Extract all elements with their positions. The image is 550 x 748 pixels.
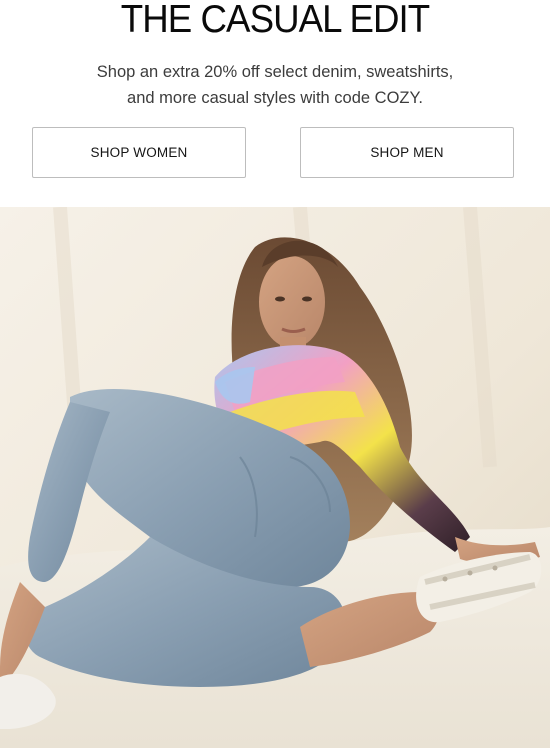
shop-women-button[interactable]: SHOP WOMEN xyxy=(32,127,246,178)
hero-photo-illustration xyxy=(0,207,550,748)
hero-image[interactable] xyxy=(0,207,550,748)
shop-men-button[interactable]: SHOP MEN xyxy=(300,127,514,178)
page-title: THE CASUAL EDIT xyxy=(120,0,430,41)
promo-header: THE CASUAL EDIT Shop an extra 20% off se… xyxy=(0,0,550,207)
promo-subtitle-line-1: Shop an extra 20% off select denim, swea… xyxy=(96,63,454,81)
promo-subtitle: Shop an extra 20% off select denim, swea… xyxy=(60,59,490,111)
promo-subtitle-line-2: and more casual styles with code COZY. xyxy=(127,89,423,107)
